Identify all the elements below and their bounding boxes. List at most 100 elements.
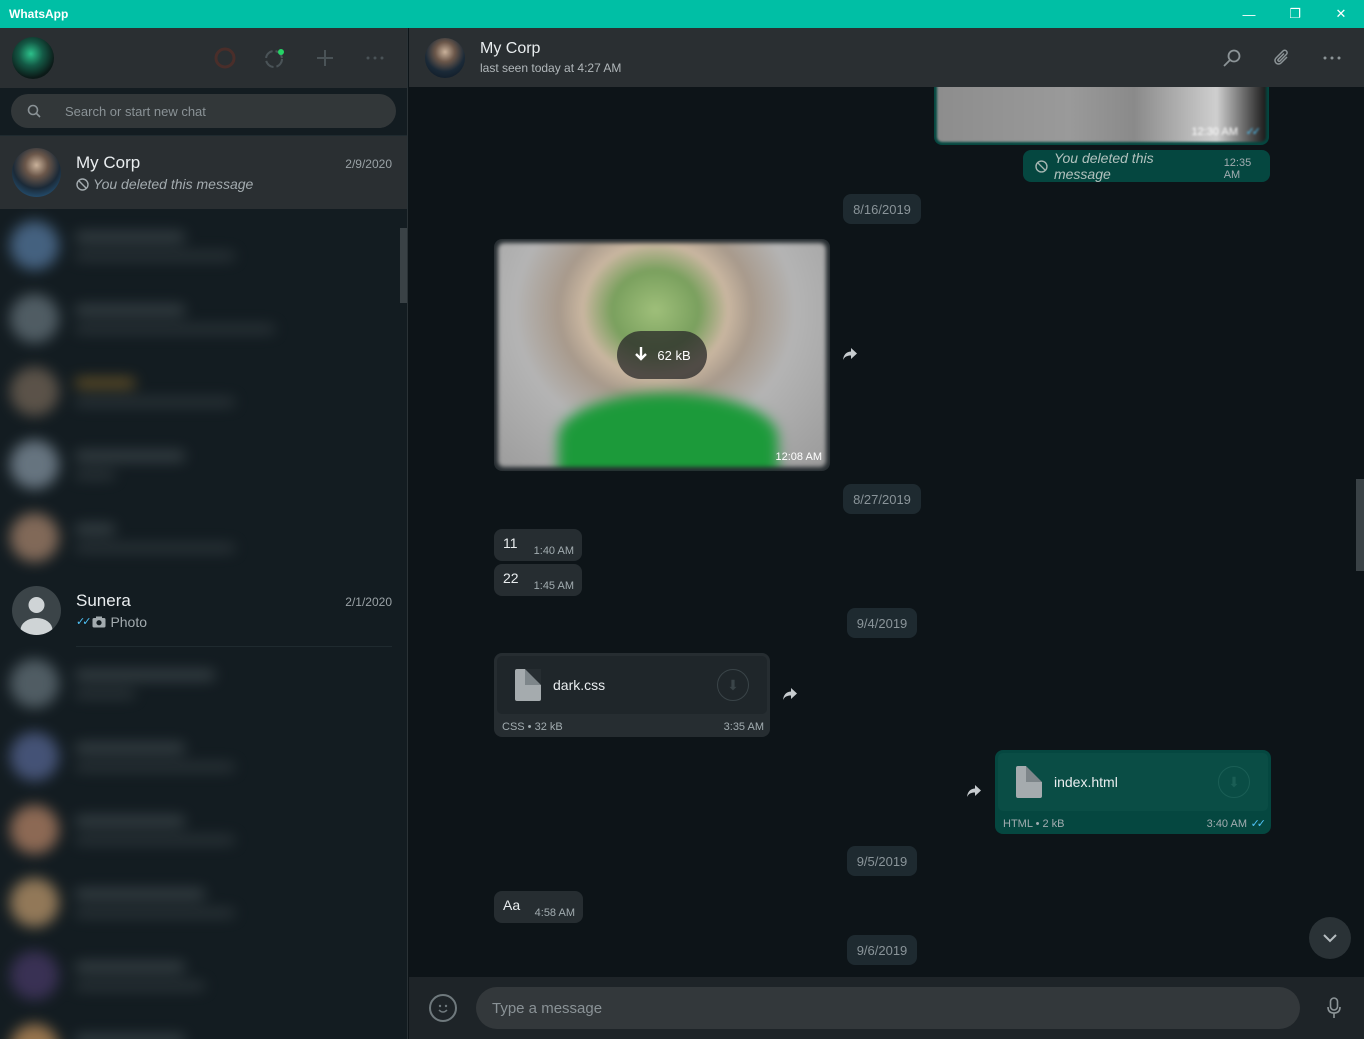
menu-icon[interactable] [361, 44, 389, 72]
chat-date: 2/1/2020 [345, 594, 392, 609]
microphone-icon[interactable] [1320, 994, 1348, 1022]
message-text: Aa [503, 897, 521, 913]
message-input[interactable] [476, 987, 1300, 1029]
list-item[interactable] [0, 720, 407, 793]
message-time: 1:45 AM [533, 580, 574, 592]
incoming-image-message[interactable]: 62 kB 12:08 AM [494, 239, 830, 471]
forward-icon[interactable] [777, 681, 803, 707]
list-item[interactable] [0, 939, 407, 1012]
default-avatar [12, 586, 61, 635]
incoming-document-message[interactable]: dark.css ⬇ CSS • 32 kB 3:35 AM [494, 653, 770, 737]
date-separator: 8/27/2019 [843, 484, 921, 514]
chevron-down-icon [1323, 934, 1337, 943]
search-icon [27, 104, 41, 118]
message-time: 12:30 AM [1191, 126, 1238, 138]
title-bar: WhatsApp — ❐ ✕ [0, 0, 1364, 28]
deleted-icon [1035, 159, 1048, 173]
date-separator: 8/16/2019 [843, 194, 921, 224]
message-scrollbar[interactable] [1356, 479, 1364, 571]
message-time: 1:40 AM [533, 545, 574, 557]
chat-preview-text: You deleted this message [93, 176, 254, 192]
chat-preview-text: Photo [110, 613, 148, 630]
search-input[interactable] [65, 103, 345, 119]
chat-menu-icon[interactable] [1320, 46, 1344, 70]
message-time: 12:35 AM [1223, 157, 1252, 181]
chat-name: Sunera [76, 590, 131, 610]
deleted-icon [76, 177, 89, 191]
outgoing-document-message[interactable]: index.html ⬇ HTML • 2 kB 3:40 AM ✓✓ [995, 750, 1271, 834]
download-button[interactable]: 62 kB [617, 331, 707, 379]
incoming-text-message[interactable]: 22 1:45 AM [494, 564, 582, 596]
restore-button[interactable]: ❐ [1272, 0, 1318, 28]
forward-icon[interactable] [961, 778, 987, 804]
list-item[interactable] [0, 209, 407, 282]
profile-avatar[interactable] [12, 37, 54, 79]
search-icon[interactable] [1220, 46, 1244, 70]
contact-name: My Corp [480, 40, 541, 57]
message-time: 12:08 AM [775, 451, 822, 463]
emoji-icon[interactable] [429, 994, 457, 1022]
status-icon[interactable] [261, 44, 289, 72]
document-name: dark.css [553, 677, 606, 693]
read-ticks-icon: ✓✓ [1250, 818, 1267, 830]
new-chat-icon[interactable] [311, 44, 339, 72]
conversation-panel: My Corp last seen today at 4:27 AM 12:30… [409, 28, 1364, 1039]
chat-header[interactable]: My Corp last seen today at 4:27 AM [409, 28, 1364, 87]
list-item[interactable] [0, 282, 407, 355]
message-time: 3:35 AM [723, 721, 764, 733]
list-item[interactable] [0, 428, 407, 501]
message-time: 3:40 AM [1206, 818, 1247, 830]
read-ticks-icon: ✓✓ [76, 616, 92, 628]
incoming-text-message[interactable]: 11 1:40 AM [494, 529, 582, 561]
attach-icon[interactable] [1270, 46, 1294, 70]
chat-actions [1220, 46, 1344, 70]
message-list[interactable]: 12:30 AM ✓✓ You deleted this message 12:… [409, 87, 1364, 977]
chat-list: My Corp 2/9/2020 You deleted this messag… [0, 136, 407, 1039]
chat-name: My Corp [76, 153, 141, 172]
composer [409, 977, 1364, 1039]
contact-status: last seen today at 4:27 AM [480, 61, 622, 75]
scroll-down-button[interactable] [1309, 917, 1351, 959]
search-bar [0, 88, 407, 136]
date-separator: 9/4/2019 [847, 608, 917, 638]
message-time: 4:58 AM [534, 907, 575, 919]
list-item[interactable] [0, 1012, 407, 1039]
incoming-text-message[interactable]: Aa 4:58 AM [494, 891, 583, 923]
deleted-text: You deleted this message [1053, 150, 1154, 182]
document-card[interactable]: dark.css ⬇ [497, 656, 767, 714]
sidebar-actions [211, 44, 389, 72]
document-icon [1016, 766, 1042, 798]
close-button[interactable]: ✕ [1318, 0, 1364, 28]
document-card[interactable]: index.html ⬇ [998, 753, 1268, 811]
communities-icon[interactable] [211, 44, 239, 72]
document-meta: CSS • 32 kB [502, 721, 563, 733]
message-text: 22 [503, 570, 519, 586]
download-icon [635, 347, 648, 361]
sidebar-header [0, 28, 407, 88]
download-icon[interactable]: ⬇ [1218, 766, 1250, 798]
document-meta: HTML • 2 kB [1003, 818, 1065, 830]
deleted-message[interactable]: You deleted this message 12:35 AM [1023, 150, 1270, 182]
message-text: 11 [503, 535, 518, 551]
document-name: index.html [1054, 774, 1118, 790]
forward-icon[interactable] [837, 341, 863, 367]
window-controls: — ❐ ✕ [1226, 0, 1364, 28]
outgoing-image-message[interactable]: 12:30 AM ✓✓ [934, 87, 1269, 145]
chat-date: 2/9/2020 [345, 157, 392, 171]
image-size: 62 kB [657, 347, 691, 363]
contact-avatar[interactable] [425, 37, 465, 78]
sidebar: My Corp 2/9/2020 You deleted this messag… [0, 28, 408, 1039]
chat-item-my-corp[interactable]: My Corp 2/9/2020 You deleted this messag… [0, 136, 407, 209]
chat-item-sunera[interactable]: Sunera 2/1/2020 ✓✓ Photo [0, 574, 407, 647]
camera-icon [92, 616, 106, 627]
sidebar-scrollbar[interactable] [400, 228, 407, 303]
minimize-button[interactable]: — [1226, 0, 1272, 28]
list-item[interactable] [0, 355, 407, 428]
list-item[interactable] [0, 647, 407, 720]
download-icon[interactable]: ⬇ [717, 669, 749, 701]
search-box[interactable] [11, 94, 396, 128]
date-separator: 9/6/2019 [847, 935, 917, 965]
list-item[interactable] [0, 793, 407, 866]
list-item[interactable] [0, 501, 407, 574]
list-item[interactable] [0, 866, 407, 939]
